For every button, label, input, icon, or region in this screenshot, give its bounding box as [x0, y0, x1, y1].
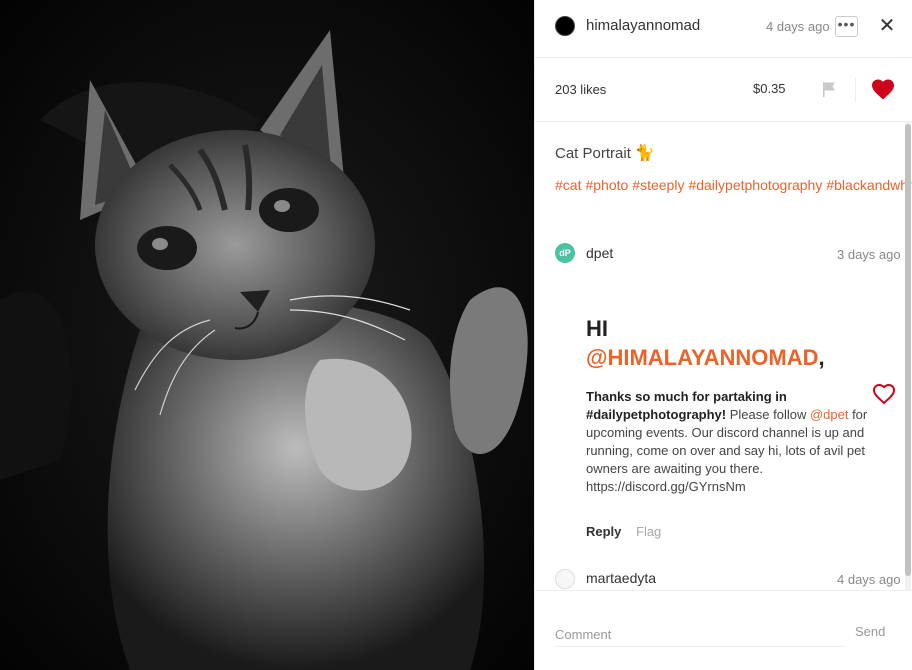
reply-button[interactable]: Reply — [586, 524, 621, 539]
more-icon: ••• — [837, 16, 856, 32]
comment-greeting: HI — [586, 316, 608, 341]
commenter-avatar[interactable] — [555, 569, 575, 589]
comment-text-part: Please follow — [726, 407, 810, 422]
close-icon: ✕ — [878, 15, 896, 37]
cat-photo-image — [0, 0, 534, 670]
payout-value[interactable]: $0.35 — [753, 81, 786, 96]
post-stats-bar: 203 likes $0.35 — [535, 58, 912, 122]
comment-text: Thanks so much for partaking in #dailype… — [586, 388, 868, 496]
comment-timestamp[interactable]: 4 days ago — [837, 572, 901, 587]
send-button[interactable]: Send — [855, 624, 885, 639]
close-button[interactable]: ✕ — [877, 15, 897, 37]
mention-link[interactable]: @dpet — [810, 407, 849, 422]
comment-like-heart-icon[interactable] — [872, 383, 896, 405]
tag-link[interactable]: #cat — [555, 177, 581, 193]
comment-body: HI @HIMALAYANNOMAD, Thanks so much for p… — [586, 314, 876, 496]
commenter-username[interactable]: martaedyta — [586, 570, 656, 586]
tag-link[interactable]: #photo — [585, 177, 628, 193]
post-tags: #cat #photo #steeply #dailypetphotography #b… — [555, 175, 912, 195]
author-username[interactable]: himalayannomad — [586, 17, 700, 34]
like-heart-icon[interactable] — [871, 78, 895, 102]
commenter-username[interactable]: dpet — [586, 245, 613, 261]
divider — [855, 78, 856, 102]
comment-timestamp[interactable]: 3 days ago — [837, 247, 901, 262]
comments-scroll-area[interactable]: Cat Portrait 🐈 #cat #photo #steeply #dailyp… — [535, 122, 912, 590]
comment-heading: HI @HIMALAYANNOMAD, — [586, 314, 876, 372]
tag-link[interactable]: #blackandwhitephotography — [826, 177, 912, 193]
post-photo[interactable] — [0, 0, 534, 670]
commenter-avatar[interactable]: dP — [555, 243, 575, 263]
more-options-button[interactable]: ••• — [835, 16, 858, 37]
likes-count[interactable]: 203 likes — [555, 82, 606, 97]
scrollbar[interactable] — [905, 122, 911, 590]
scrollbar-thumb[interactable] — [905, 124, 911, 576]
mention-link[interactable]: @HIMALAYANNOMAD — [586, 345, 819, 370]
post-title: Cat Portrait 🐈 — [555, 143, 655, 163]
post-detail-panel: himalayannomad 4 days ago ••• ✕ 203 like… — [534, 0, 912, 670]
tag-link[interactable]: #steeply — [632, 177, 684, 193]
flag-icon[interactable] — [820, 80, 838, 98]
author-avatar[interactable] — [555, 16, 575, 36]
comment-heading-punct: , — [818, 345, 825, 370]
tag-link[interactable]: #dailypetphotography — [688, 177, 822, 193]
comment-footer: Send — [535, 590, 912, 670]
post-header: himalayannomad 4 days ago ••• ✕ — [535, 0, 912, 58]
comment-input[interactable] — [555, 623, 845, 647]
post-title-text: Cat Portrait — [555, 144, 631, 162]
flag-comment-button[interactable]: Flag — [636, 524, 661, 539]
post-timestamp[interactable]: 4 days ago — [766, 19, 830, 34]
cat-emoji-icon: 🐈 — [634, 145, 655, 162]
